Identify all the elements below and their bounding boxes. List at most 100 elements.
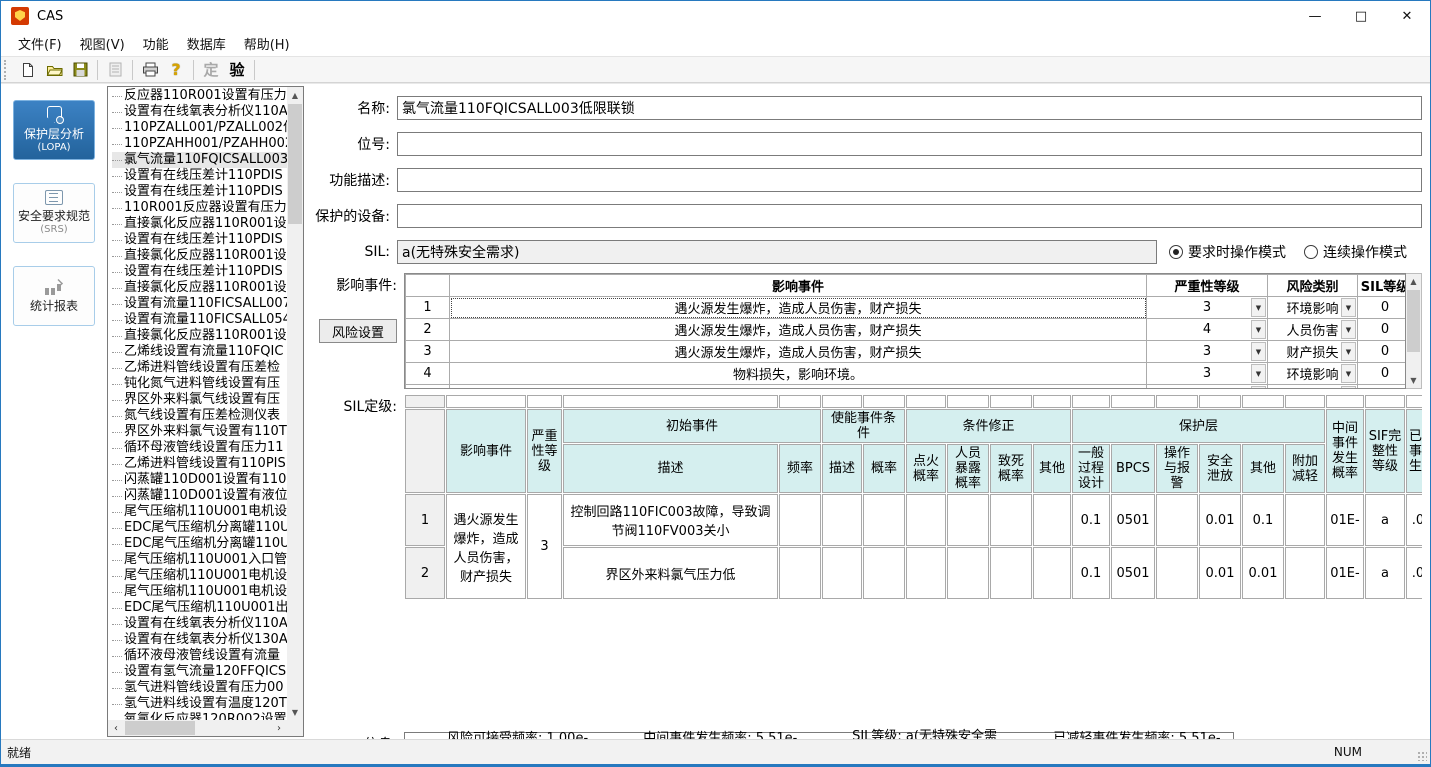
- severity-cell[interactable]: 3▼: [1147, 297, 1268, 319]
- radio-demand-mode[interactable]: 要求时操作模式: [1169, 242, 1286, 262]
- menu-item[interactable]: 文件(F): [9, 31, 71, 56]
- chevron-down-icon[interactable]: ▼: [1341, 320, 1356, 339]
- list-item[interactable]: 界区外来料氯气设置有110T: [112, 424, 287, 440]
- list-item[interactable]: 设置有流量110FICSALL054: [112, 312, 287, 328]
- add-mitigation-cell[interactable]: [1285, 494, 1325, 546]
- sidebar-item-lopa[interactable]: 保护层分析 (LOPA): [13, 100, 95, 160]
- help-button[interactable]: ?: [163, 58, 189, 82]
- list-item[interactable]: 设置有在线氧表分析仪110A: [112, 104, 287, 120]
- list-item[interactable]: 闪蒸罐110D001设置有110L: [112, 472, 287, 488]
- save-button[interactable]: [67, 58, 93, 82]
- freq-cell[interactable]: [779, 494, 821, 546]
- list-item[interactable]: 设置有在线氧表分析仪130A: [112, 632, 287, 648]
- menu-item[interactable]: 视图(V): [71, 31, 134, 56]
- chevron-down-icon[interactable]: ▼: [1251, 320, 1266, 339]
- chevron-down-icon[interactable]: ▼: [1251, 342, 1266, 361]
- minimize-button[interactable]: —: [1292, 1, 1338, 31]
- category-cell[interactable]: 财产损失▼: [1268, 385, 1358, 390]
- list-item[interactable]: 尾气压缩机110U001电机设: [112, 584, 287, 600]
- event-cell[interactable]: 遇火源发生爆炸，造成人员伤害，财产损失: [450, 341, 1147, 363]
- initial-event-desc-cell[interactable]: 控制回路110FIC003故障，导致调节阀110FV003关小: [563, 494, 778, 546]
- list-item[interactable]: 直接氯化反应器110R001设: [112, 328, 287, 344]
- list-item[interactable]: 设置有在线氧表分析仪110A: [112, 616, 287, 632]
- tag-input[interactable]: [397, 132, 1422, 156]
- protected-equipment-input[interactable]: [397, 204, 1422, 228]
- list-item[interactable]: EDC尾气压缩机分离罐110U: [112, 536, 287, 552]
- event-cell[interactable]: 遇火源发生爆炸，造成人员伤害，财产损失: [450, 319, 1147, 341]
- list-item[interactable]: 直接氯化反应器110R001设: [112, 216, 287, 232]
- list-item[interactable]: 设置有在线压差计110PDIS: [112, 168, 287, 184]
- toolbar-grip[interactable]: [4, 60, 9, 80]
- event-cell[interactable]: 物料损失，影响环境。: [450, 363, 1147, 385]
- severity-cell[interactable]: 3▼: [1147, 341, 1268, 363]
- menu-item[interactable]: 帮助(H): [235, 31, 299, 56]
- ignition-cell[interactable]: [906, 494, 946, 546]
- sidebar-item-stats[interactable]: 统计报表: [13, 266, 95, 326]
- freq-cell[interactable]: [779, 547, 821, 599]
- risk-settings-button[interactable]: 风险设置: [319, 319, 397, 343]
- category-cell[interactable]: 环境影响▼: [1268, 297, 1358, 319]
- new-file-button[interactable]: [15, 58, 41, 82]
- other-cell[interactable]: 0.1: [1242, 494, 1284, 546]
- list-item[interactable]: 设置有在线压差计110PDIS: [112, 232, 287, 248]
- menu-item[interactable]: 功能: [134, 31, 178, 56]
- scroll-left-icon[interactable]: ‹: [108, 720, 124, 736]
- chevron-down-icon[interactable]: ▼: [1251, 386, 1266, 389]
- list-item[interactable]: 乙烯线设置有流量110FQIC: [112, 344, 287, 360]
- open-file-button[interactable]: [41, 58, 67, 82]
- list-item[interactable]: EDC尾气压缩机110U001出: [112, 600, 287, 616]
- impact-table-scrollbar[interactable]: ▲ ▼: [1406, 273, 1422, 389]
- general-design-cell[interactable]: 0.1: [1072, 547, 1110, 599]
- list-item[interactable]: 循环液母液管线设置有流量: [112, 648, 287, 664]
- chevron-down-icon[interactable]: ▼: [1341, 342, 1356, 361]
- list-item[interactable]: 氢气进料线设置有温度120T: [112, 696, 287, 712]
- relief-cell[interactable]: 0.01: [1199, 494, 1241, 546]
- category-cell[interactable]: 财产损失▼: [1268, 341, 1358, 363]
- list-item[interactable]: 钝化氮气进料管线设置有压: [112, 376, 287, 392]
- add-mitigation-cell[interactable]: [1285, 547, 1325, 599]
- enable-desc-cell[interactable]: [822, 494, 862, 546]
- scroll-right-icon[interactable]: ›: [271, 720, 287, 736]
- list-item[interactable]: 110R001反应器设置有压力: [112, 200, 287, 216]
- function-desc-input[interactable]: [397, 168, 1422, 192]
- prob-cell[interactable]: [863, 547, 905, 599]
- list-item[interactable]: 界区外来料氯气线设置有压: [112, 392, 287, 408]
- op-alarm-cell[interactable]: [1156, 494, 1198, 546]
- scroll-up-icon[interactable]: ▲: [1406, 274, 1421, 289]
- menu-item[interactable]: 数据库: [178, 31, 235, 56]
- exposure-cell[interactable]: [947, 494, 989, 546]
- chevron-down-icon[interactable]: ▼: [1341, 386, 1356, 389]
- prob-cell[interactable]: [863, 494, 905, 546]
- list-item[interactable]: 尾气压缩机110U001入口管: [112, 552, 287, 568]
- close-button[interactable]: ✕: [1384, 1, 1430, 31]
- list-item[interactable]: 直接氯化反应器110R001设: [112, 280, 287, 296]
- fatality-cell[interactable]: [990, 494, 1032, 546]
- list-item[interactable]: EDC尾气压缩机分离罐110U: [112, 520, 287, 536]
- event-cell[interactable]: 遇火源发生爆炸，造成人员伤害，财产损失: [450, 297, 1147, 319]
- chevron-down-icon[interactable]: ▼: [1341, 298, 1356, 317]
- list-item[interactable]: 设置有在线压差计110PDIS: [112, 184, 287, 200]
- other-cell[interactable]: [1033, 547, 1071, 599]
- severity-cell[interactable]: 3: [527, 494, 562, 599]
- radio-continuous-mode[interactable]: 连续操作模式: [1304, 242, 1407, 262]
- list-item[interactable]: 氧氯化反应器120R002设置: [112, 712, 287, 720]
- sidebar-item-srs[interactable]: 安全要求规范 (SRS): [13, 183, 95, 243]
- other-cell[interactable]: [1033, 494, 1071, 546]
- list-item[interactable]: 设置有流量110FICSALL007: [112, 296, 287, 312]
- list-item[interactable]: 110PZALL001/PZALL002低: [112, 120, 287, 136]
- bpcs-cell[interactable]: 0501: [1111, 547, 1155, 599]
- scroll-down-icon[interactable]: ▼: [287, 704, 303, 720]
- list-item[interactable]: 乙烯进料管线设置有110PIS: [112, 456, 287, 472]
- impact-event-cell[interactable]: 遇火源发生爆炸，造成人员伤害，财产损失: [446, 494, 526, 599]
- category-cell[interactable]: 人员伤害▼: [1268, 319, 1358, 341]
- tree-vertical-scrollbar[interactable]: ▲ ▼: [287, 87, 303, 720]
- resize-grip[interactable]: [1417, 751, 1427, 761]
- list-item[interactable]: 氯气流量110FQICSALL003: [112, 152, 287, 168]
- severity-cell[interactable]: 4▼: [1147, 319, 1268, 341]
- other-cell[interactable]: 0.01: [1242, 547, 1284, 599]
- name-input[interactable]: [397, 96, 1422, 120]
- scroll-down-icon[interactable]: ▼: [1406, 373, 1421, 388]
- bpcs-cell[interactable]: 0501: [1111, 494, 1155, 546]
- chevron-down-icon[interactable]: ▼: [1251, 364, 1266, 383]
- chevron-down-icon[interactable]: ▼: [1341, 364, 1356, 383]
